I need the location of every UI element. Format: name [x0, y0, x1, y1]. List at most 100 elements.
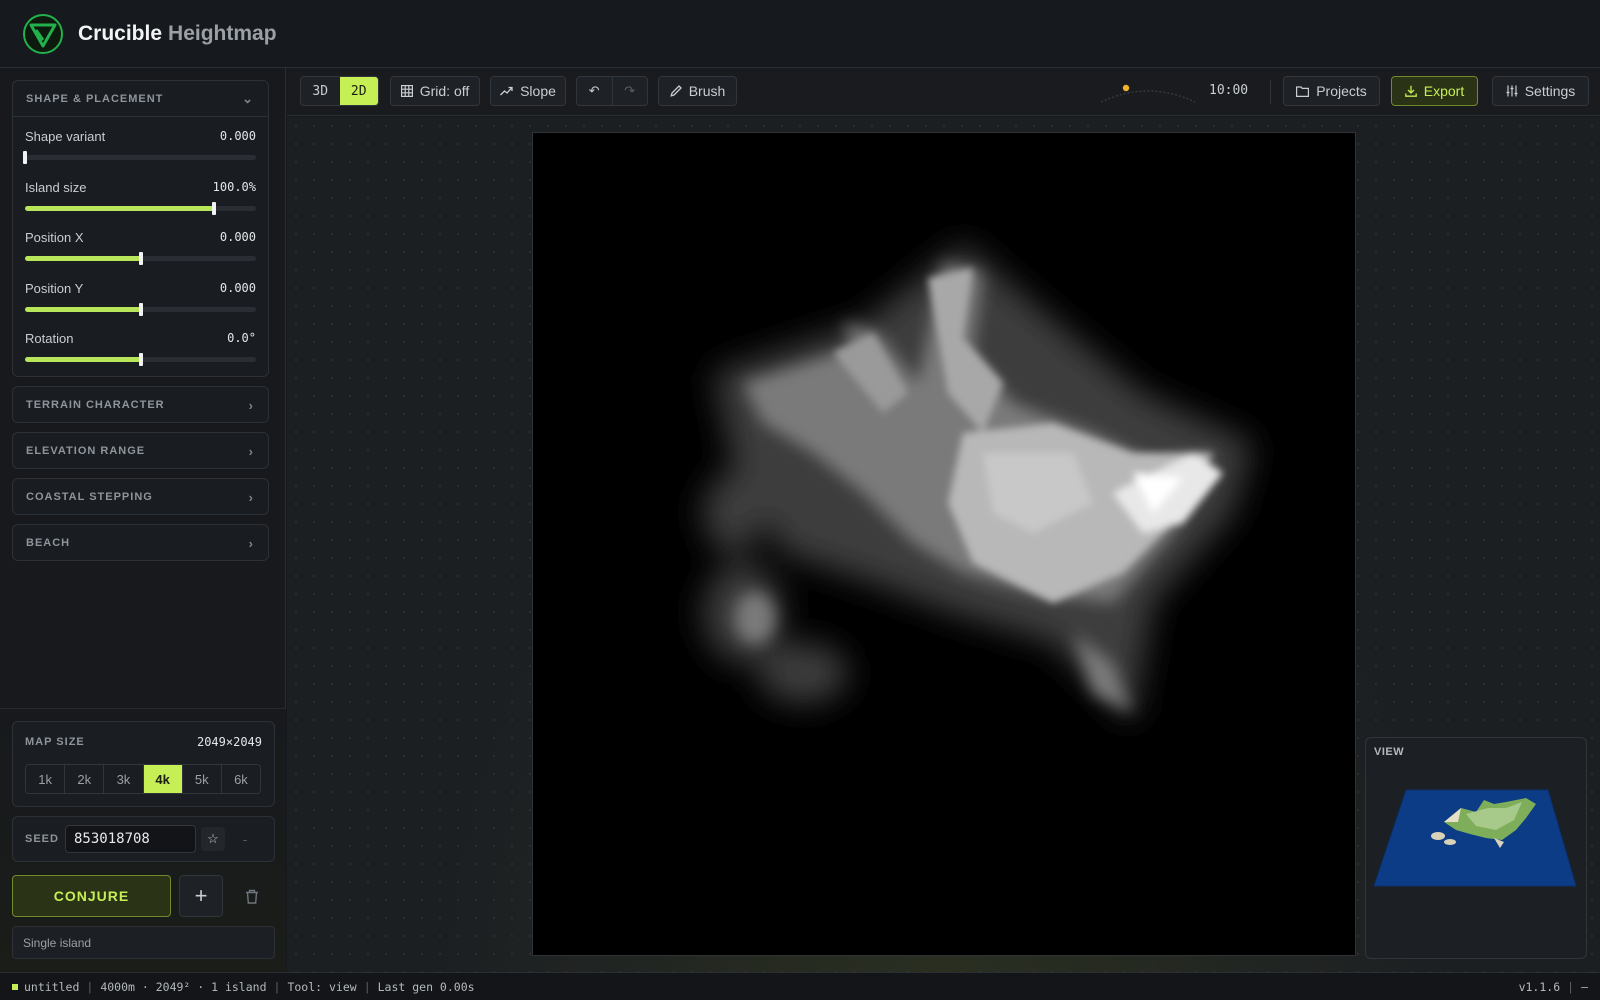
shape-placement-panel: SHAPE & PLACEMENT ⌄ Shape variant 0.000 … [12, 80, 269, 377]
map-size-box: MAP SIZE 2049×2049 1k 2k 3k 4k 5k 6k [12, 721, 275, 807]
slider-track[interactable] [25, 302, 256, 316]
minimap[interactable]: VIEW [1365, 737, 1587, 959]
slider-fill [25, 256, 141, 261]
shape-variant-slider[interactable]: Shape variant 0.000 [13, 117, 268, 168]
slider-fill [25, 306, 141, 312]
slider-label: Rotation [25, 331, 74, 346]
heightmap-canvas[interactable] [532, 132, 1356, 956]
status-bar: untitled | 4000m · 2049² · 1 island | To… [0, 972, 1600, 1000]
viewport[interactable]: VIEW [287, 117, 1600, 972]
slider-track[interactable] [25, 201, 256, 215]
status-last-gen: Last gen 0.00s [377, 979, 475, 994]
trash-icon[interactable] [238, 882, 266, 910]
seed-input[interactable]: 853018708 [65, 825, 196, 853]
slider-value: 0.000 [219, 230, 256, 244]
status-tool: Tool: view [287, 979, 357, 994]
position-y-slider[interactable]: Position Y 0.000 [13, 269, 268, 320]
panel-title: TERRAIN CHARACTER [26, 399, 165, 411]
map-size-2k-button[interactable]: 2k [65, 765, 105, 793]
slider-track[interactable] [23, 151, 256, 164]
island-size-slider[interactable]: Island size 100.0% [13, 168, 268, 219]
slider-thumb[interactable] [23, 151, 27, 164]
projects-label: Projects [1316, 83, 1367, 99]
brush-button[interactable]: Brush [658, 76, 737, 106]
projects-button[interactable]: Projects [1283, 76, 1380, 106]
crucible-logo-icon [23, 13, 63, 54]
slider-track[interactable] [25, 353, 256, 366]
toolbar: 3D 2D Grid: off Slope ↶ ↷ Brush 10:00 Pr… [287, 68, 1600, 116]
view-2d-button[interactable]: 2D [339, 77, 378, 105]
terrain-character-panel[interactable]: TERRAIN CHARACTER › [12, 386, 269, 423]
app-title-main: Crucible [78, 21, 163, 45]
seed-box: SEED 853018708 ☆ - [12, 816, 275, 862]
conjure-button[interactable]: CONJURE [12, 875, 171, 917]
view-mode-toggle: 3D 2D [300, 76, 379, 106]
grid-label: Grid: off [419, 83, 470, 99]
star-icon[interactable]: ☆ [201, 827, 225, 851]
settings-label: Settings [1524, 83, 1576, 99]
map-size-5k-button[interactable]: 5k [182, 765, 222, 793]
status-file: untitled [24, 979, 80, 994]
settings-button[interactable]: Settings [1492, 76, 1589, 106]
slider-thumb[interactable] [138, 353, 143, 366]
redo-icon[interactable]: ↷ [613, 77, 648, 105]
sun-position-arc[interactable] [1099, 78, 1197, 106]
slider-label: Position X [25, 230, 84, 245]
slider-thumb[interactable] [138, 302, 143, 316]
slider-track[interactable] [25, 252, 256, 265]
status-tail: — [1581, 980, 1588, 994]
map-size-6k-button[interactable]: 6k [221, 765, 260, 793]
view-3d-button[interactable]: 3D [301, 77, 340, 105]
rotation-slider[interactable]: Rotation 0.0° [13, 319, 268, 370]
map-size-value: 2049×2049 [196, 735, 262, 749]
slider-value: 100.0% [212, 179, 256, 194]
export-label: Export [1423, 83, 1465, 99]
position-x-slider[interactable]: Position X 0.000 [13, 218, 268, 269]
toolbar-divider [1270, 80, 1271, 104]
map-size-options: 1k 2k 3k 4k 5k 6k [25, 764, 261, 794]
add-button[interactable]: + [179, 875, 223, 917]
map-size-4k-button[interactable]: 4k [143, 765, 183, 793]
heightmap-image [533, 133, 1355, 955]
slider-label: Position Y [25, 280, 84, 296]
minimap-preview [1373, 789, 1577, 887]
chevron-down-icon: ⌄ [242, 90, 254, 106]
minimap-label: VIEW [1374, 746, 1405, 758]
sliders-icon [1506, 85, 1518, 97]
map-size-3k-button[interactable]: 3k [104, 765, 144, 793]
generation-mode[interactable]: Single island [12, 926, 275, 959]
slider-value: 0.0° [227, 331, 256, 345]
panel-title: ELEVATION RANGE [26, 445, 146, 457]
panel-title: COASTAL STEPPING [26, 491, 153, 503]
export-button[interactable]: Export [1391, 76, 1478, 106]
brush-label: Brush [688, 83, 726, 99]
status-info: 4000m · 2049² · 1 island [100, 979, 267, 994]
sidebar: SHAPE & PLACEMENT ⌄ Shape variant 0.000 … [0, 68, 286, 972]
app-title: Crucible Heightmap [78, 22, 277, 46]
history-controls: ↶ ↷ [576, 76, 648, 106]
slider-thumb[interactable] [138, 252, 143, 265]
panel-title: BEACH [26, 537, 71, 549]
slider-value: 0.000 [219, 280, 256, 295]
seed-dash-button[interactable]: - [233, 827, 257, 851]
grid-toggle-button[interactable]: Grid: off [390, 76, 480, 106]
panel-title: SHAPE & PLACEMENT [26, 92, 164, 105]
shape-placement-header[interactable]: SHAPE & PLACEMENT ⌄ [13, 81, 268, 117]
slope-button[interactable]: Slope [490, 76, 566, 106]
map-size-1k-button[interactable]: 1k [26, 765, 66, 793]
sun-icon[interactable] [1122, 84, 1130, 92]
elevation-range-panel[interactable]: ELEVATION RANGE › [12, 432, 269, 469]
coastal-stepping-panel[interactable]: COASTAL STEPPING › [12, 478, 269, 515]
undo-icon[interactable]: ↶ [577, 77, 613, 105]
chevron-right-icon: › [248, 443, 254, 459]
app-header: Crucible Heightmap [0, 0, 1600, 68]
brush-icon [669, 85, 682, 97]
folder-icon [1296, 85, 1310, 97]
slider-thumb[interactable] [212, 201, 217, 215]
slider-label: Shape variant [25, 129, 106, 144]
slope-label: Slope [520, 83, 556, 99]
download-icon [1404, 85, 1417, 97]
beach-panel[interactable]: BEACH › [12, 524, 269, 561]
grid-icon [400, 85, 413, 97]
chevron-right-icon: › [248, 535, 254, 551]
